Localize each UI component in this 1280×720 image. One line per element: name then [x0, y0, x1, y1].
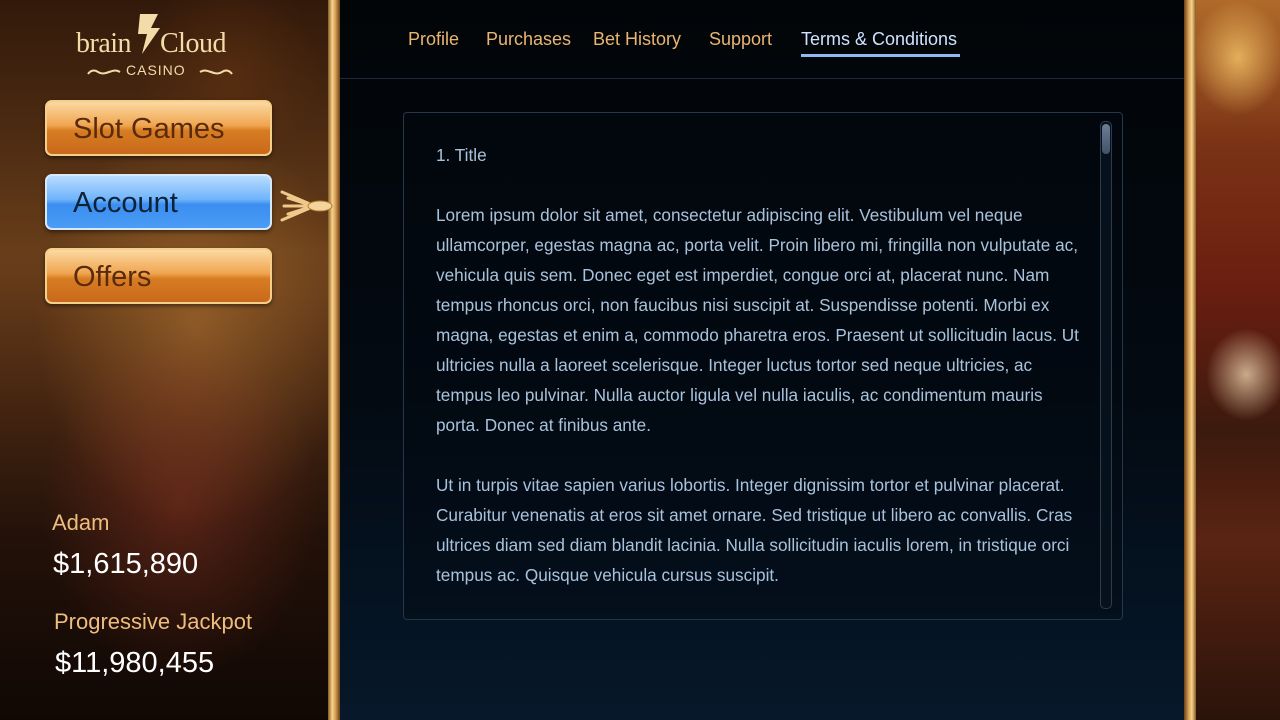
account-button[interactable]: Account	[45, 174, 272, 230]
right-casino-strip	[1196, 0, 1280, 720]
logo-word-cloud: Cloud	[160, 28, 226, 59]
logo-word-brain: brain	[76, 28, 132, 59]
arrow-pointer-icon	[280, 190, 333, 222]
player-name: Adam	[52, 510, 110, 535]
terms-heading: 1. Title	[436, 145, 487, 165]
terms-scrollbar[interactable]	[1100, 121, 1112, 609]
tab-profile[interactable]: Profile	[408, 29, 459, 50]
logo-swirl-left	[87, 69, 121, 75]
account-tab-bar: Profile Purchases Bet History Support Te…	[340, 0, 1184, 79]
logo-swirl-right	[199, 69, 233, 75]
scrollbar-thumb[interactable]	[1102, 124, 1110, 154]
jackpot-value: $11,980,455	[55, 647, 215, 679]
gold-frame-left	[328, 0, 340, 720]
logo-word-casino: CASINO	[126, 62, 186, 78]
offers-button[interactable]: Offers	[45, 248, 272, 304]
terms-panel: 1. Title Lorem ipsum dolor sit amet, con…	[403, 112, 1123, 620]
tab-support[interactable]: Support	[709, 29, 772, 50]
tab-terms-and-conditions[interactable]: Terms & Conditions	[801, 29, 957, 50]
left-panel: brain Cloud CASINO Slot Games Account Of…	[0, 0, 328, 720]
active-tab-underline	[801, 54, 960, 57]
slot-games-button[interactable]: Slot Games	[45, 100, 272, 156]
main-content: Profile Purchases Bet History Support Te…	[340, 0, 1184, 720]
jackpot-label: Progressive Jackpot	[54, 609, 253, 634]
tab-purchases[interactable]: Purchases	[486, 29, 571, 50]
player-balance: $1,615,890	[53, 548, 199, 580]
tab-bet-history[interactable]: Bet History	[593, 29, 681, 50]
lightning-bolt-icon	[138, 14, 160, 54]
brain-cloud-casino-logo: brain Cloud CASINO	[72, 14, 252, 82]
terms-text[interactable]: 1. Title Lorem ipsum dolor sit amet, con…	[436, 140, 1086, 610]
terms-paragraph: Lorem ipsum dolor sit amet, consectetur …	[436, 205, 1079, 435]
terms-paragraph: Ut in turpis vitae sapien varius loborti…	[436, 475, 1073, 585]
gold-frame-right	[1184, 0, 1196, 720]
